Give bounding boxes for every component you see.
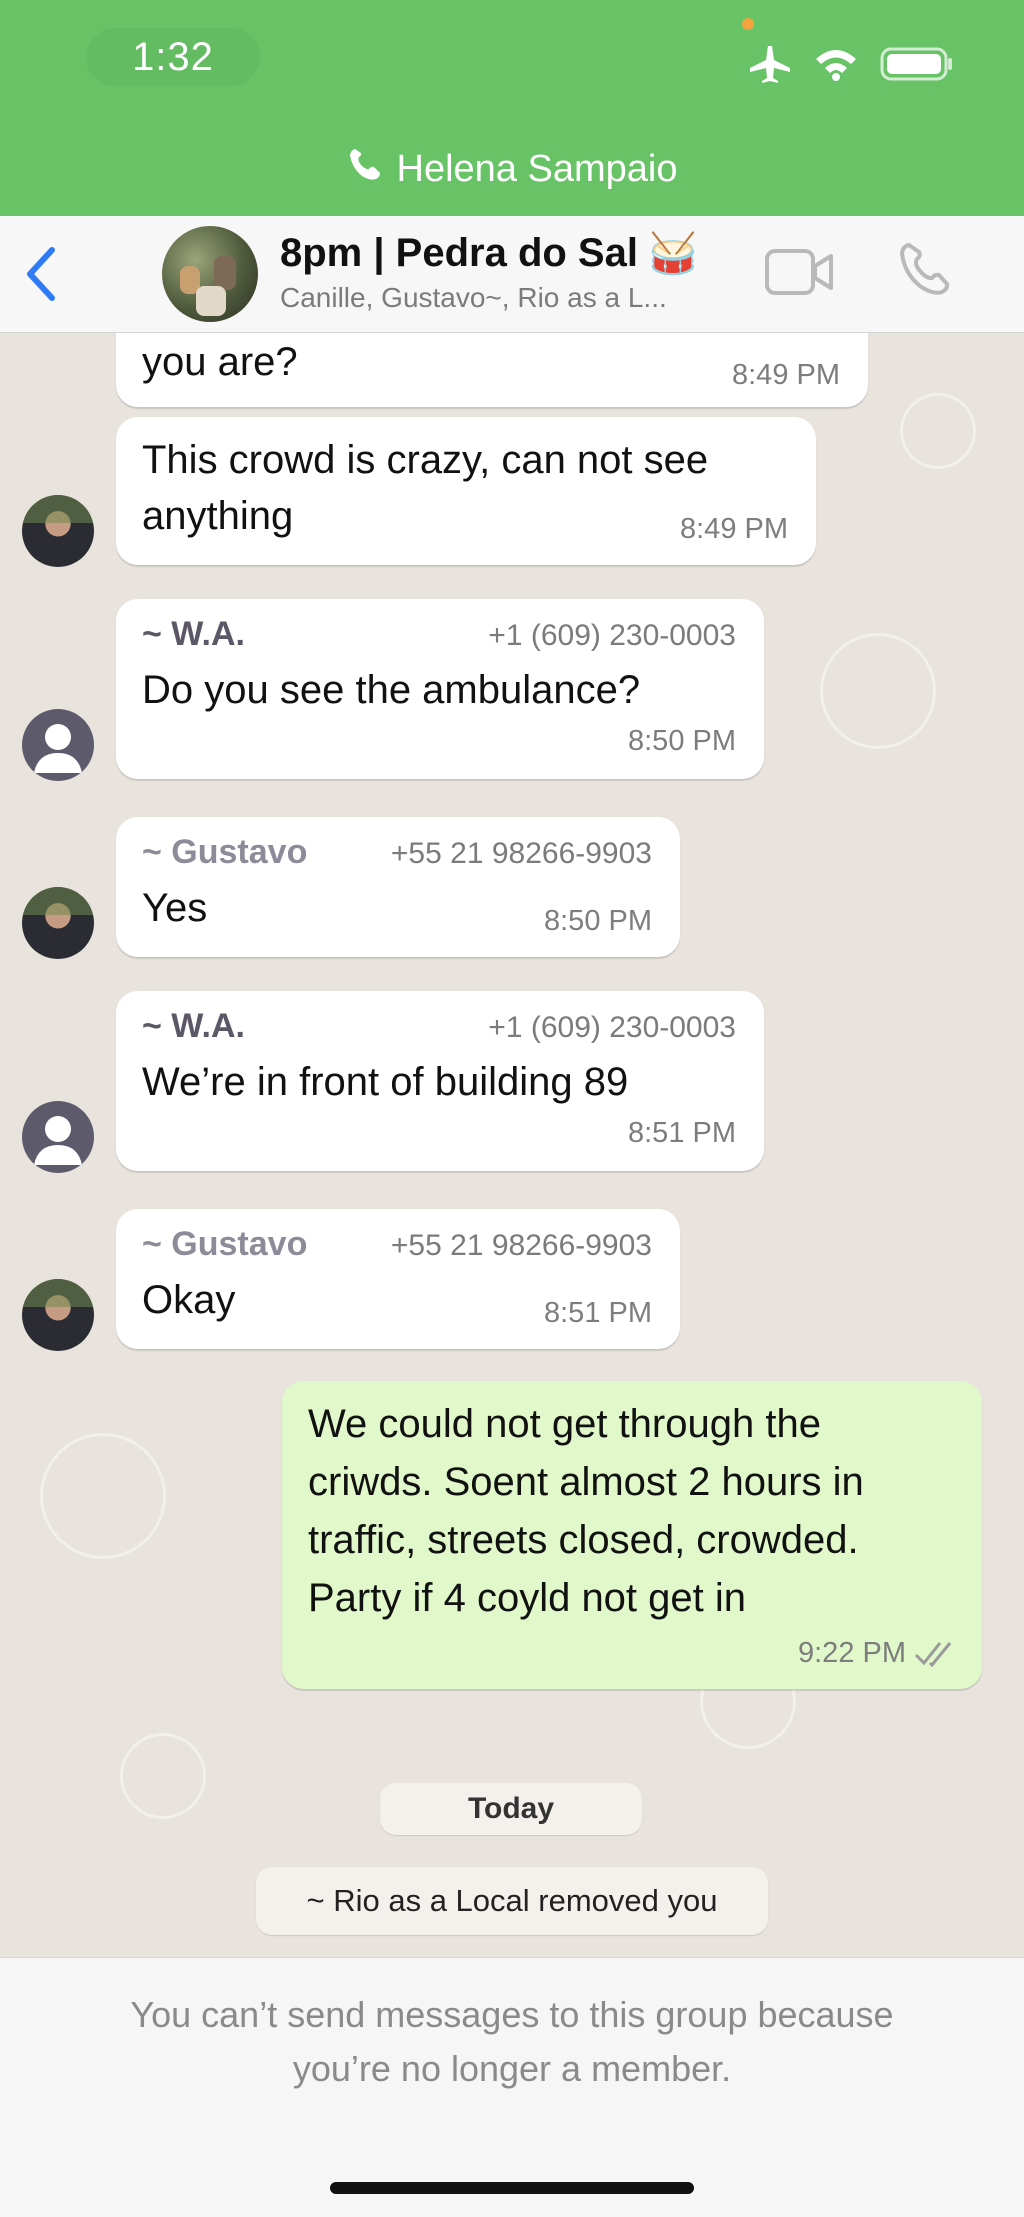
status-bar: 1:32 Helena Sampaio bbox=[0, 0, 1024, 216]
chat-header: 8pm | Pedra do Sal 🥁 Canille, Gustavo~, … bbox=[0, 216, 1024, 333]
message-bubble[interactable]: This crowd is crazy, can not see anythin… bbox=[116, 417, 816, 565]
read-receipt-icon bbox=[914, 1639, 958, 1674]
home-indicator[interactable] bbox=[330, 2182, 694, 2194]
sender-phone: +1 (609) 230-0003 bbox=[488, 1011, 736, 1044]
message-time: 8:50 PM bbox=[544, 905, 652, 937]
message-bubble[interactable]: ~ W.A. +1 (609) 230-0003 Do you see the … bbox=[116, 599, 764, 779]
avatar[interactable] bbox=[22, 1279, 94, 1351]
avatar[interactable] bbox=[22, 709, 94, 781]
drum-emoji: 🥁 bbox=[647, 232, 698, 276]
message-time: 8:51 PM bbox=[544, 1297, 652, 1329]
non-member-footer: You can’t send messages to this group be… bbox=[0, 1957, 1024, 2217]
message-text-line: We could not get through the bbox=[308, 1402, 821, 1446]
message-time: 8:49 PM bbox=[732, 359, 840, 391]
message-text: Do you see the ambulance? bbox=[142, 668, 641, 712]
group-avatar[interactable] bbox=[162, 226, 258, 322]
message-time: 8:50 PM bbox=[628, 725, 736, 757]
voice-call-icon bbox=[896, 243, 954, 302]
avatar[interactable] bbox=[22, 495, 94, 567]
wallpaper-doodle bbox=[900, 393, 976, 469]
sender-phone: +55 21 98266-9903 bbox=[390, 837, 652, 870]
message-bubble[interactable]: ~ Gustavo +55 21 98266-9903 Yes 8:50 PM bbox=[116, 817, 680, 957]
back-chevron-icon bbox=[18, 247, 62, 310]
group-title: 8pm | Pedra do Sal bbox=[280, 231, 638, 275]
message-bubble[interactable]: ~ W.A. +1 (609) 230-0003 We’re in front … bbox=[116, 991, 764, 1171]
message-time: 9:22 PM bbox=[798, 1637, 906, 1669]
message-bubble[interactable]: ~ Gustavo +55 21 98266-9903 Okay 8:51 PM bbox=[116, 1209, 680, 1349]
back-button[interactable] bbox=[18, 242, 62, 311]
avatar-figure bbox=[196, 286, 226, 316]
message-bubble[interactable]: you are? 8:49 PM bbox=[116, 333, 868, 407]
person-icon bbox=[34, 1116, 82, 1165]
sender-phone: +55 21 98266-9903 bbox=[390, 1229, 652, 1262]
video-call-icon bbox=[764, 249, 834, 302]
message-text: you are? bbox=[142, 340, 298, 384]
message-text-line: Party if 4 coyld not get in bbox=[308, 1576, 747, 1620]
person-icon bbox=[34, 724, 82, 773]
call-banner-name: Helena Sampaio bbox=[396, 147, 678, 190]
outgoing-message-bubble[interactable]: We could not get through the criwds. Soe… bbox=[282, 1381, 982, 1689]
wallpaper-doodle bbox=[820, 633, 936, 749]
voice-call-button[interactable] bbox=[896, 240, 954, 303]
chat-messages-area[interactable]: you are? 8:49 PM This crowd is crazy, ca… bbox=[0, 333, 1024, 1957]
message-text: Okay bbox=[142, 1278, 236, 1322]
group-members-subtitle[interactable]: Canille, Gustavo~, Rio as a L... bbox=[280, 282, 730, 314]
avatar-figure bbox=[214, 256, 236, 290]
message-text: We’re in front of building 89 bbox=[142, 1060, 629, 1104]
status-icons bbox=[748, 44, 954, 89]
sender-name[interactable]: ~ W.A. bbox=[142, 615, 245, 654]
ongoing-call-banner[interactable]: Helena Sampaio bbox=[0, 146, 1024, 192]
message-text-line: criwds. Soent almost 2 hours in bbox=[308, 1460, 864, 1504]
privacy-indicator-dot bbox=[742, 18, 754, 30]
video-call-button[interactable] bbox=[764, 246, 834, 303]
sender-name[interactable]: ~ W.A. bbox=[142, 1007, 245, 1046]
avatar[interactable] bbox=[22, 1101, 94, 1173]
wallpaper-doodle bbox=[40, 1433, 166, 1559]
footer-line: you’re no longer a member. bbox=[292, 2048, 732, 2089]
status-time: 1:32 bbox=[86, 28, 260, 86]
message-time: 8:49 PM bbox=[680, 513, 788, 545]
message-text-line: This crowd is crazy, can not see bbox=[142, 438, 709, 482]
sender-name[interactable]: ~ Gustavo bbox=[142, 833, 307, 872]
message-text: Yes bbox=[142, 886, 208, 930]
airplane-icon bbox=[748, 44, 792, 89]
message-text-line: anything bbox=[142, 494, 294, 538]
avatar[interactable] bbox=[22, 887, 94, 959]
day-divider: Today bbox=[380, 1783, 642, 1835]
message-time: 8:51 PM bbox=[628, 1117, 736, 1149]
footer-line: You can’t send messages to this group be… bbox=[130, 1994, 894, 2035]
phone-icon bbox=[347, 146, 383, 192]
wifi-icon bbox=[814, 47, 858, 86]
sender-name[interactable]: ~ Gustavo bbox=[142, 1225, 307, 1264]
sender-phone: +1 (609) 230-0003 bbox=[488, 619, 736, 652]
group-title-row[interactable]: 8pm | Pedra do Sal 🥁 bbox=[280, 230, 698, 277]
wallpaper-doodle bbox=[120, 1733, 206, 1819]
footer-notice: You can’t send messages to this group be… bbox=[60, 1988, 964, 2096]
system-message: ~ Rio as a Local removed you bbox=[256, 1867, 768, 1935]
message-text-line: traffic, streets closed, crowded. bbox=[308, 1518, 859, 1562]
battery-icon bbox=[880, 47, 954, 86]
